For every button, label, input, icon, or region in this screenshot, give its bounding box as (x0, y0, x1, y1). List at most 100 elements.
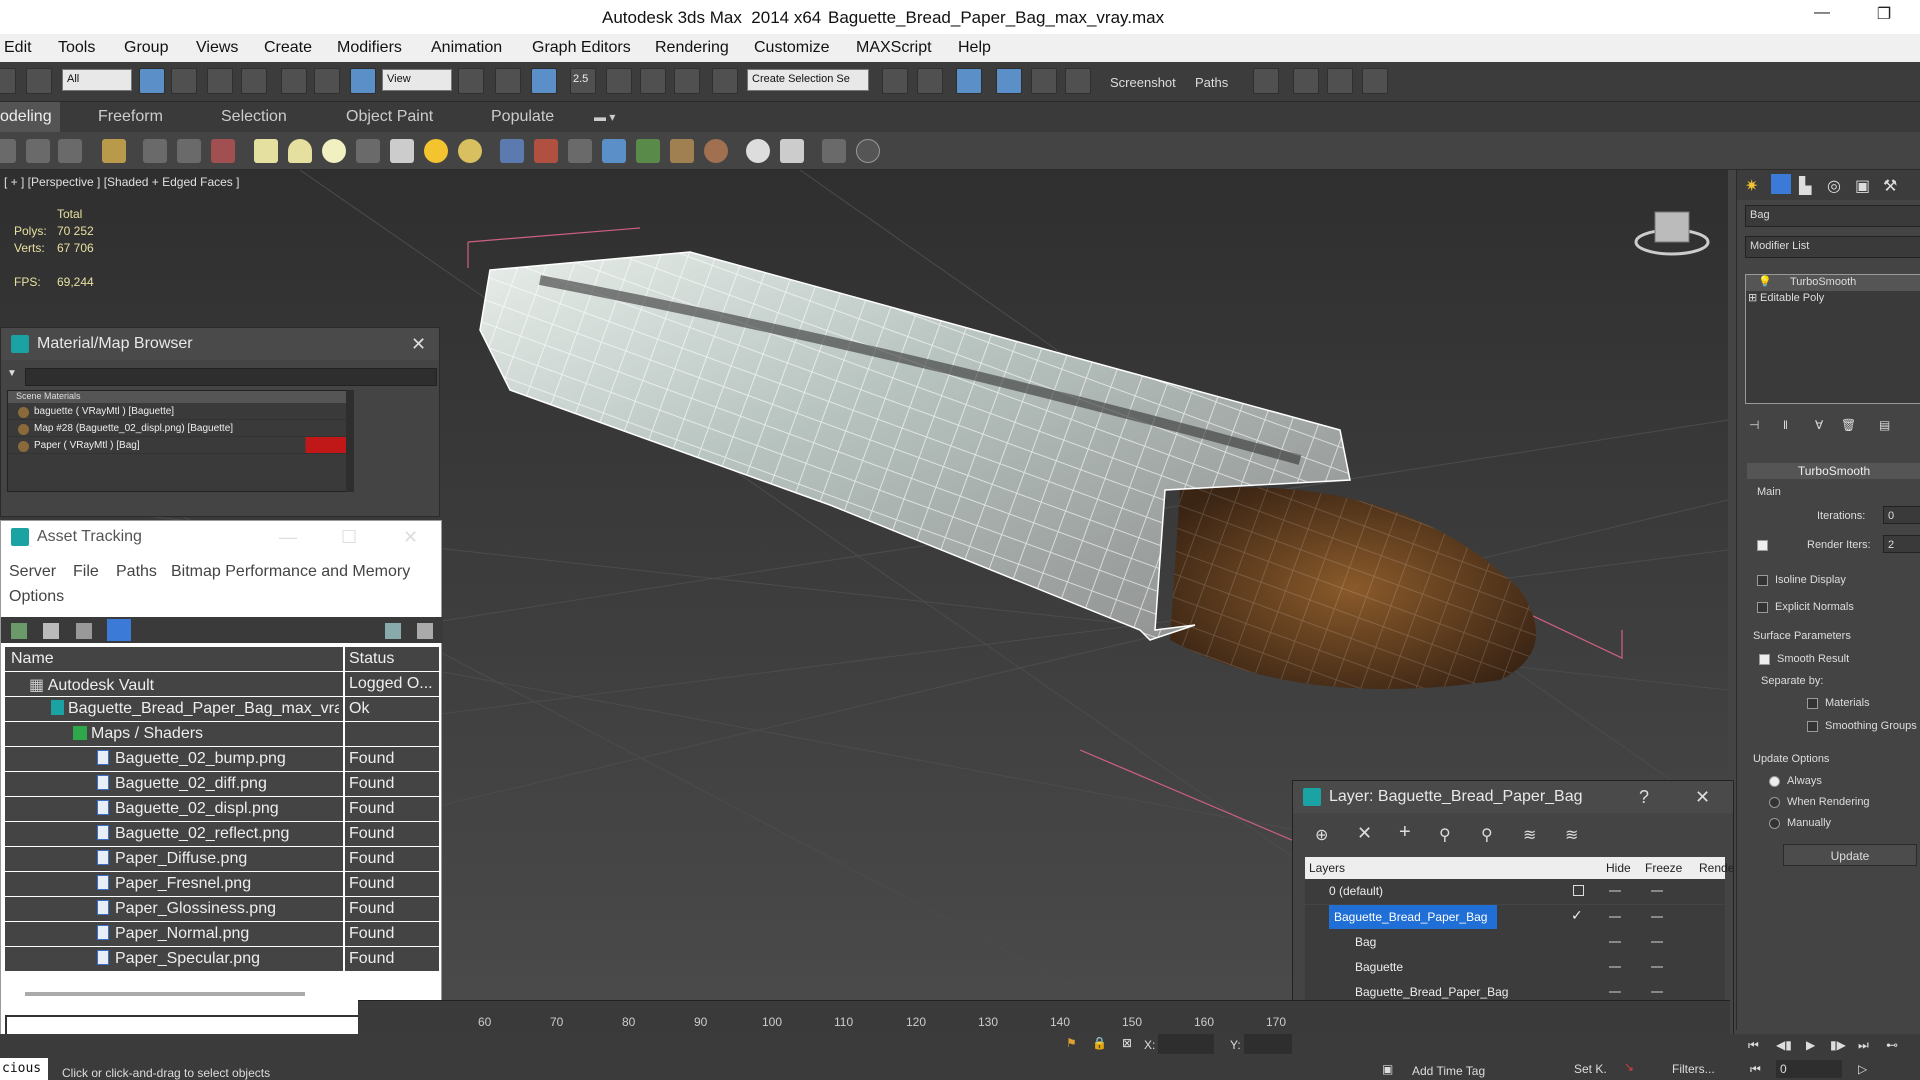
lock-icon[interactable]: 🔒 (1092, 1036, 1107, 1050)
move-icon[interactable] (281, 68, 307, 94)
ribbon-tool-icon[interactable] (26, 139, 50, 163)
tab-selection[interactable]: Selection (221, 108, 287, 126)
mmb-titlebar[interactable]: Material/Map Browser ✕ (1, 328, 439, 360)
schematic-view-icon[interactable] (1065, 68, 1091, 94)
layer-row[interactable]: 0 (default) (1305, 879, 1725, 904)
tab-object-paint[interactable]: Object Paint (346, 108, 433, 126)
make-unique-icon[interactable]: ∀ (1815, 418, 1823, 432)
menu-tools[interactable]: Tools (58, 39, 95, 57)
reference-coord-dropdown[interactable]: View (382, 69, 452, 91)
keyboard-shortcut-icon[interactable] (531, 68, 557, 94)
menu-animation[interactable]: Animation (431, 39, 502, 57)
ribbon-tool-icon[interactable] (822, 139, 846, 163)
hierarchy-tab-icon[interactable]: ▙ (1799, 176, 1811, 196)
scene-materials-header[interactable]: Scene Materials (8, 391, 346, 403)
pivot-icon[interactable] (458, 68, 484, 94)
menu-maxscript[interactable]: MAXScript (856, 39, 932, 57)
layer-row[interactable]: Bag (1305, 930, 1725, 955)
material-item[interactable]: baguette ( VRayMtl ) [Baguette] (8, 403, 346, 420)
goto-start-icon[interactable]: ⏮ (1748, 1038, 1759, 1053)
current-layer-icon[interactable] (1573, 885, 1584, 896)
column-layers[interactable]: Layers (1309, 861, 1345, 875)
sun-icon[interactable] (424, 139, 448, 163)
layer-dialog-titlebar[interactable]: Layer: Baguette_Bread_Paper_Bag ? ✕ (1293, 781, 1733, 813)
table-row[interactable]: Paper_Normal.png Found (5, 922, 439, 947)
paths-button[interactable]: Paths (1195, 75, 1228, 90)
plane-icon[interactable] (254, 139, 278, 163)
curve-editor-icon[interactable] (1031, 68, 1057, 94)
help-icon[interactable] (385, 623, 401, 639)
maxscript-listener[interactable]: cious (0, 1058, 48, 1080)
track-bar[interactable]: 60 70 80 90 100 110 120 130 140 150 160 … (358, 1000, 1730, 1034)
table-row[interactable]: Paper_Diffuse.png Found (5, 847, 439, 872)
menu-options[interactable]: Options (9, 588, 64, 606)
close-icon[interactable]: ✕ (411, 334, 426, 355)
utilities-tab-icon[interactable]: ⚒ (1883, 176, 1897, 196)
select-by-name-icon[interactable] (171, 68, 197, 94)
delete-layer-icon[interactable]: ✕ (1357, 823, 1372, 844)
window-crossing-icon[interactable] (241, 68, 267, 94)
key-filters-button[interactable]: Filters... (1672, 1062, 1715, 1076)
y-coord-field[interactable] (1244, 1034, 1292, 1054)
sphere-icon[interactable] (322, 139, 346, 163)
snap-toggle-icon[interactable]: 2.5 (570, 68, 596, 94)
pin-stack-icon[interactable]: ⊣ (1749, 418, 1759, 432)
help-icon[interactable] (856, 139, 880, 163)
table-row[interactable]: Baguette_02_diff.png Found (5, 772, 439, 797)
table-row[interactable]: ▦ Autodesk Vault Logged O... (5, 672, 439, 697)
selection-filter-dropdown[interactable]: All (62, 69, 132, 91)
material-item[interactable]: Paper ( VRayMtl ) [Bag] (8, 437, 346, 454)
display-tab-icon[interactable]: ▣ (1855, 176, 1870, 196)
light-bulb-icon[interactable]: 💡 (1758, 275, 1772, 288)
refresh-icon[interactable] (11, 623, 27, 639)
material-item[interactable]: Map #28 (Baguette_02_displ.png) [Baguett… (8, 420, 346, 437)
selection-lock-icon[interactable]: ⚑ (1066, 1036, 1077, 1050)
x-coord-field[interactable] (1158, 1034, 1214, 1054)
menu-help[interactable]: Help (958, 39, 991, 57)
add-time-tag-label[interactable]: Add Time Tag (1412, 1064, 1485, 1078)
ribbon-tool-icon[interactable] (568, 139, 592, 163)
select-objects-icon[interactable]: ⚲ (1439, 825, 1451, 845)
render-production-icon[interactable] (1362, 68, 1388, 94)
motion-tab-icon[interactable]: ◎ (1827, 176, 1841, 196)
hide-all-icon[interactable]: ≋ (1565, 825, 1578, 845)
viewport-label[interactable]: [ + ] [Perspective ] [Shaded + Edged Fac… (4, 175, 239, 189)
explicit-normals-checkbox[interactable] (1757, 602, 1768, 613)
prev-frame-icon[interactable]: ◀▮ (1776, 1038, 1792, 1052)
goto-end-icon[interactable]: ⏭ (1858, 1038, 1869, 1053)
ribbon-tool-icon[interactable] (534, 139, 558, 163)
maximize-icon[interactable]: ☐ (341, 527, 357, 548)
ribbon-tool-icon[interactable] (670, 139, 694, 163)
horizontal-scrollbar[interactable] (25, 992, 305, 996)
modify-tab-icon[interactable] (1771, 174, 1791, 194)
set-key-button[interactable]: Set K. (1574, 1062, 1607, 1076)
configure-sets-icon[interactable]: ▤ (1879, 418, 1890, 432)
checkmark-icon[interactable]: ✓ (1571, 907, 1583, 924)
asset-tracking-titlebar[interactable]: Asset Tracking — ☐ ✕ (1, 521, 441, 553)
select-object-icon[interactable] (139, 68, 165, 94)
minimize-button[interactable]: — (1810, 4, 1834, 28)
teapot-icon[interactable] (356, 139, 380, 163)
layer-manager-icon[interactable] (956, 68, 982, 94)
menu-modifiers[interactable]: Modifiers (337, 39, 402, 57)
ribbon-tool-icon[interactable] (211, 139, 235, 163)
ribbon-tool-icon[interactable] (177, 139, 201, 163)
ribbon-tool-icon[interactable] (0, 139, 16, 163)
screenshot-button[interactable]: Screenshot (1110, 75, 1176, 90)
table-row[interactable]: Paper_Specular.png Found (5, 947, 439, 972)
table-row[interactable]: Baguette_Bread_Paper_Bag_max_vra... Ok (5, 697, 439, 722)
ribbon-tool-icon[interactable] (780, 139, 804, 163)
mmb-search-input[interactable] (25, 368, 437, 386)
tab-freeform[interactable]: Freeform (98, 108, 163, 126)
ribbon-options-icon[interactable]: ▬ ▾ (594, 110, 615, 124)
spinner-snap-icon[interactable] (674, 68, 700, 94)
mirror-icon[interactable] (882, 68, 908, 94)
object-name-field[interactable]: Bag (1745, 205, 1920, 227)
named-selection-set-dropdown[interactable]: Create Selection Se (747, 69, 869, 91)
manually-radio[interactable] (1769, 818, 1780, 829)
menu-customize[interactable]: Customize (754, 39, 830, 57)
unlink-icon[interactable] (26, 68, 52, 94)
select-manipulate-icon[interactable] (495, 68, 521, 94)
menu-server[interactable]: Server (9, 563, 56, 581)
ribbon-tool-icon[interactable] (704, 139, 728, 163)
